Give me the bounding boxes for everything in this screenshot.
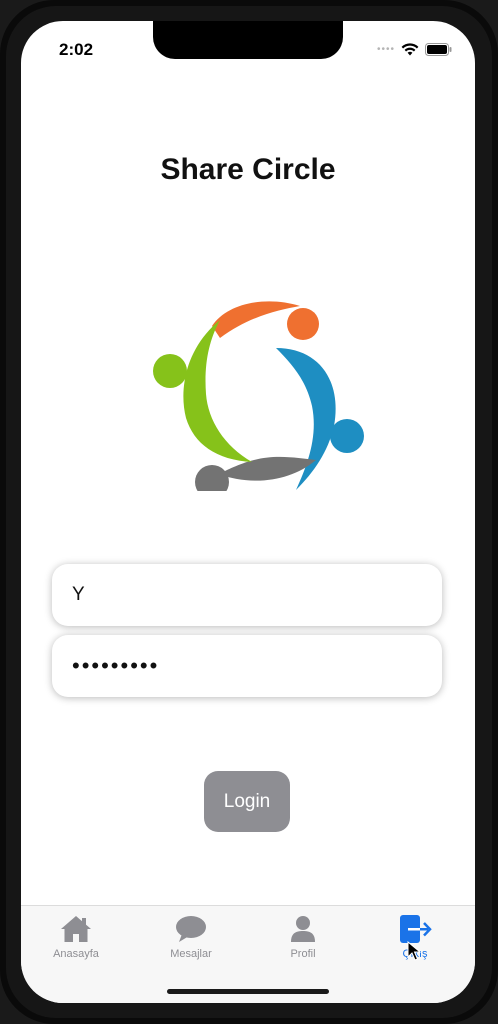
password-field[interactable] (52, 635, 442, 697)
notch (153, 21, 343, 59)
logo-green-figure (183, 320, 252, 462)
logo-gray-figure (218, 456, 316, 481)
logo-orange-head (287, 308, 319, 340)
tab-anasayfa[interactable]: Anasayfa (26, 912, 126, 960)
tab-label: Mesajlar (170, 948, 212, 960)
tab-profil[interactable]: Profil (253, 912, 353, 960)
signal-dots-icon: •••• (376, 44, 395, 55)
share-circle-logo (153, 301, 364, 491)
login-button[interactable]: Login (204, 771, 290, 832)
status-indicators: •••• (377, 43, 453, 56)
battery-icon (425, 43, 452, 56)
chat-bubble-icon (176, 916, 206, 942)
mouse-cursor-icon (407, 941, 421, 961)
person-icon (291, 916, 315, 942)
phone-frame: 2:02 •••• Share Circle Y ••••••••• Login… (0, 0, 498, 1024)
username-input[interactable] (52, 564, 442, 626)
home-icon (61, 916, 91, 942)
logo-blue-head (330, 419, 364, 453)
app-screen: 2:02 •••• Share Circle Y ••••••••• Login… (21, 21, 475, 1003)
logout-icon (400, 915, 432, 943)
tab-label: Profil (290, 948, 316, 960)
status-time: 2:02 (59, 40, 94, 59)
tab-mesajlar[interactable]: Mesajlar (141, 912, 241, 960)
username-field[interactable] (52, 564, 442, 626)
logo-green-head (153, 354, 187, 388)
logo-gray-head (195, 465, 229, 491)
app-title: Share Circle (160, 153, 336, 186)
tab-label: Anasayfa (53, 948, 99, 960)
wifi-icon (401, 43, 419, 56)
home-indicator (167, 989, 329, 994)
password-input[interactable] (52, 635, 442, 697)
logo-orange-figure (212, 301, 300, 338)
